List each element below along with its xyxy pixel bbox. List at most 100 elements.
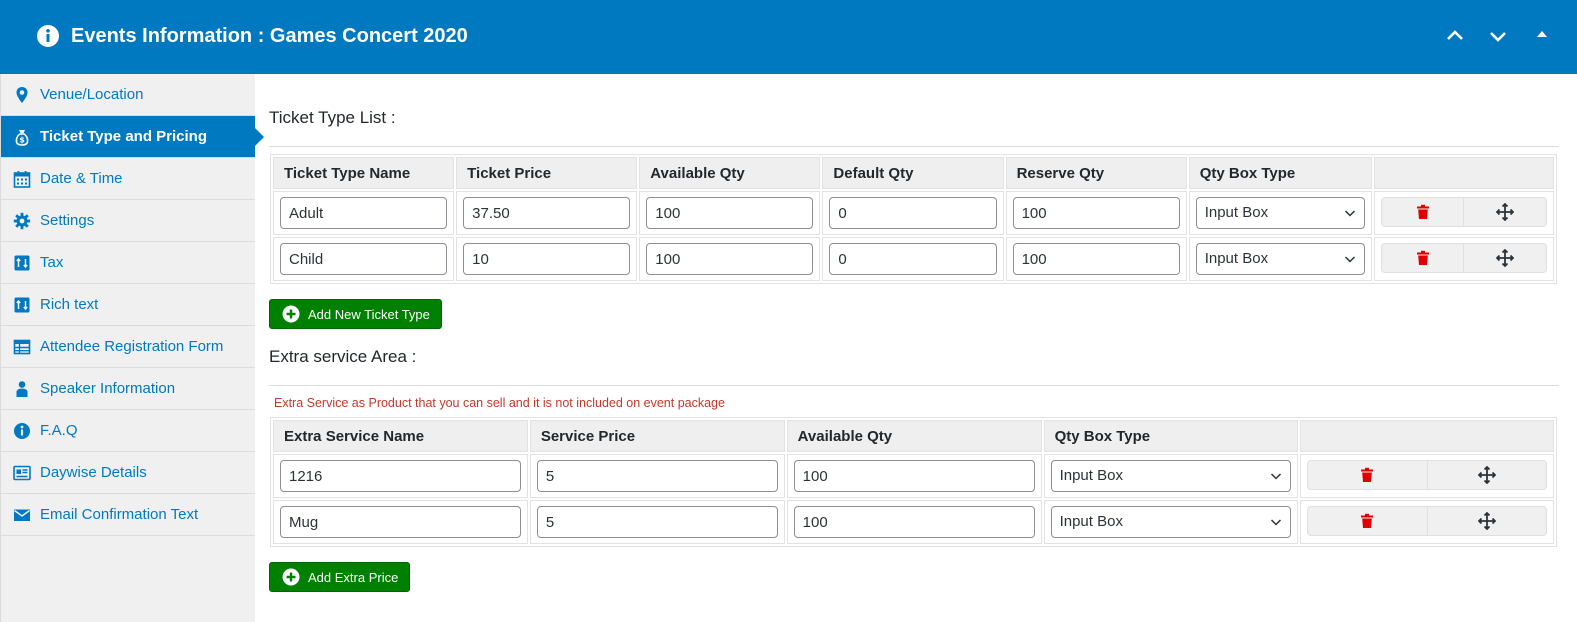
sidebar-item-label: Attendee Registration Form [40,338,224,355]
qty-box-type-select[interactable]: Input Box [1050,460,1292,492]
sidebar-item-label: F.A.Q [40,422,78,439]
plus-circle-icon [282,568,300,586]
plus-circle-icon [282,305,300,323]
add-new-ticket-type-button[interactable]: Add New Ticket Type [269,299,442,329]
qty-box-type-select[interactable]: Input Box [1195,243,1365,275]
qty-box-type-select[interactable]: Input Box [1050,506,1292,538]
column-header: Reserve Qty [1005,157,1187,189]
drag-handle[interactable] [1464,197,1547,227]
ticket-type-table: Ticket Type Name Ticket Price Available … [270,154,1557,284]
sidebar-item-label: Date & Time [40,170,123,187]
delete-button[interactable] [1380,243,1465,273]
select-value: Input Box [1204,250,1269,267]
default-qty-input[interactable] [829,197,997,229]
extra-service-name-input[interactable] [280,506,521,538]
divider [269,385,1559,386]
ticket-type-list-title: Ticket Type List : [269,108,396,127]
info-icon [36,24,60,48]
divider [269,146,1559,147]
sidebar-item-label: Rich text [40,296,99,313]
person-icon [13,380,31,398]
table-header-row: Ticket Type Name Ticket Price Available … [273,157,1554,189]
qty-box-type-select[interactable]: Input Box [1195,197,1365,229]
sidebar-item-settings[interactable]: Settings [1,200,255,242]
delete-button[interactable] [1380,197,1465,227]
move-icon [1496,203,1515,221]
trash-icon [1416,250,1429,265]
sidebar-item-email-confirmation-text[interactable]: Email Confirmation Text [1,494,255,536]
trash-icon [1361,467,1374,482]
button-label: Add New Ticket Type [308,306,430,322]
available-qty-input[interactable] [793,506,1035,538]
gear-icon [13,212,31,230]
sidebar-item-speaker-information[interactable]: Speaker Information [1,368,255,410]
sidebar-item-label: Speaker Information [40,380,176,397]
chevron-down-icon[interactable] [1486,24,1510,48]
ticket-price-input[interactable] [463,243,631,275]
sidebar-item-label: Email Confirmation Text [40,506,199,523]
sidebar-item-ticket-type-and-pricing[interactable]: $ Ticket Type and Pricing [1,116,264,158]
column-header: Extra Service Name [273,420,528,452]
chevron-up-icon[interactable] [1443,24,1467,48]
delete-button[interactable] [1307,506,1428,536]
money-bag-icon: $ [13,128,31,146]
ticket-price-input[interactable] [463,197,631,229]
sidebar-item-daywise-details[interactable]: Daywise Details [1,452,255,494]
extra-service-table: Extra Service Name Service Price Availab… [270,417,1557,547]
extra-service-name-input[interactable] [280,460,521,492]
svg-text:$: $ [19,136,25,145]
available-qty-input[interactable] [793,460,1035,492]
service-price-input[interactable] [536,460,778,492]
map-pin-icon [13,86,31,104]
column-header: Service Price [529,420,785,452]
sidebar-item-attendee-registration-form[interactable]: Attendee Registration Form [1,326,255,368]
envelope-icon [13,506,31,524]
column-header [1373,157,1554,189]
column-header: Ticket Type Name [273,157,455,189]
move-icon [1496,249,1515,267]
delete-button[interactable] [1307,460,1428,490]
drag-handle[interactable] [1427,506,1547,536]
ticket-name-input[interactable] [280,243,448,275]
service-price-input[interactable] [536,506,778,538]
reserve-qty-input[interactable] [1012,243,1180,275]
form-table-icon [13,338,31,356]
table-row: Input Box [273,500,1554,544]
tax-icon [13,254,31,272]
chevron-down-icon [1271,473,1282,480]
sidebar-item-label: Tax [40,254,64,271]
sidebar-item-rich-text[interactable]: Rich text [1,284,255,326]
drag-handle[interactable] [1427,460,1547,490]
sidebar-item-label: Daywise Details [40,464,147,481]
reserve-qty-input[interactable] [1012,197,1180,229]
extra-service-note: Extra Service as Product that you can se… [274,396,725,410]
add-extra-price-button[interactable]: Add Extra Price [269,562,411,592]
collapse-triangle-icon[interactable] [1530,24,1554,48]
available-qty-input[interactable] [646,243,814,275]
sidebar-item-venue-location[interactable]: Venue/Location [1,74,255,116]
default-qty-input[interactable] [829,243,997,275]
ticket-name-input[interactable] [280,197,448,229]
sidebar-item-label: Settings [40,212,95,229]
sidebar-item-faq[interactable]: F.A.Q [1,410,255,452]
page-title: Events Information : Games Concert 2020 [71,25,468,47]
table-header-row: Extra Service Name Service Price Availab… [273,420,1554,452]
button-label: Add Extra Price [308,569,399,585]
table-row: Input Box [273,237,1554,281]
info-icon [13,422,31,440]
select-value: Input Box [1059,467,1123,484]
move-icon [1477,512,1496,530]
table-row: Input Box [273,454,1554,498]
available-qty-input[interactable] [646,197,814,229]
events-info-header: Events Information : Games Concert 2020 [0,0,1577,74]
calendar-icon [13,170,31,188]
sidebar-item-date-time[interactable]: Date & Time [1,158,255,200]
sidebar-item-label: Ticket Type and Pricing [40,128,207,145]
table-row: Input Box [273,191,1554,235]
chevron-down-icon [1271,519,1282,526]
drag-handle[interactable] [1464,243,1547,273]
extra-service-area-title: Extra service Area : [269,347,417,366]
select-value: Input Box [1204,204,1269,221]
move-icon [1477,466,1496,484]
sidebar-item-tax[interactable]: Tax [1,242,255,284]
